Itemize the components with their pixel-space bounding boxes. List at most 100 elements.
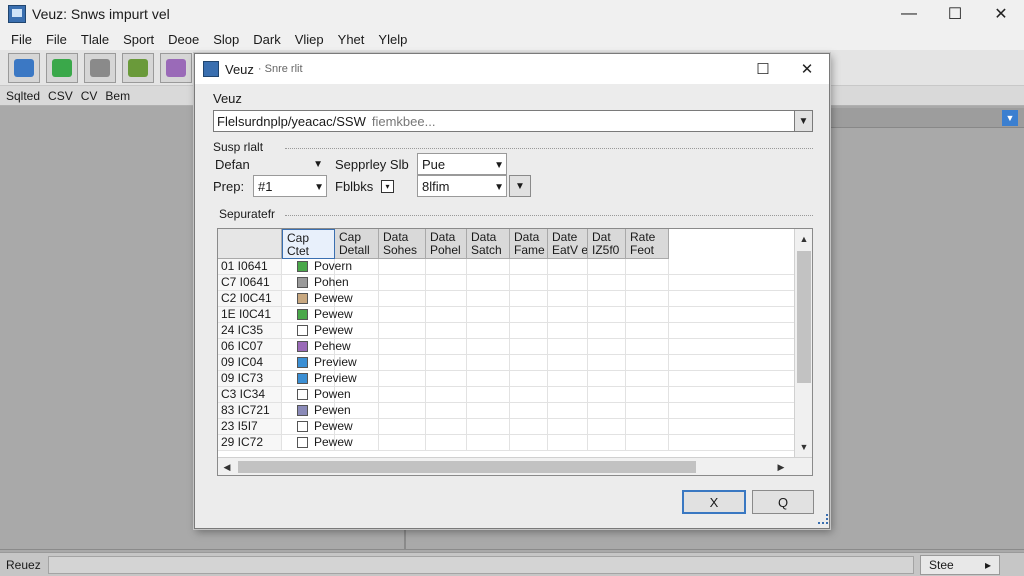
grid-cell — [426, 355, 467, 371]
splitter[interactable] — [404, 530, 406, 550]
status-text: Reuez — [6, 557, 41, 572]
separator-dropdown[interactable]: Pue ▼ — [417, 153, 507, 175]
grid-cell — [510, 307, 548, 323]
fields-checkbox[interactable]: ▾ — [381, 180, 394, 193]
grid-cell — [588, 371, 626, 387]
scroll-left-icon[interactable]: ◀ — [218, 458, 236, 475]
divider — [0, 549, 1024, 550]
preview-icon — [297, 437, 308, 448]
tools-button[interactable] — [122, 52, 154, 83]
horizontal-scroll-thumb[interactable] — [238, 461, 696, 473]
row-id: 01 I0641 — [218, 259, 282, 275]
column-header[interactable]: Data Fame k — [510, 229, 548, 259]
network-button[interactable] — [84, 52, 116, 83]
grid-cell — [626, 259, 669, 275]
delimiter-dropdown[interactable]: Defan ▼ — [213, 153, 325, 175]
grid-cell — [548, 387, 588, 403]
table-row[interactable]: C3 IC34 Powen — [218, 387, 798, 403]
menu-help[interactable]: Ylelp — [371, 32, 414, 47]
table-row[interactable]: 01 I0641 Povern — [218, 259, 798, 275]
table-row[interactable]: 09 IC04 Preview — [218, 355, 798, 371]
table-row[interactable]: 83 IC721 Pewen — [218, 403, 798, 419]
edit-button[interactable] — [46, 52, 78, 83]
subbar-bem[interactable]: Bem — [105, 89, 130, 103]
grid-cell — [467, 387, 510, 403]
menu-table[interactable]: Tlale — [74, 32, 116, 47]
cancel-button[interactable]: Q — [752, 490, 814, 514]
grid-cell — [467, 419, 510, 435]
grid-cell — [548, 419, 588, 435]
status-dropdown[interactable]: Stee ▸ — [920, 555, 1000, 575]
menu-file[interactable]: File — [4, 32, 39, 47]
grid-cell — [669, 323, 795, 339]
subbar-selected[interactable]: Sqlted — [6, 89, 40, 103]
grid-cell — [510, 275, 548, 291]
menu-file-2[interactable]: File — [39, 32, 74, 47]
table-row[interactable]: 06 IC07 Pehew — [218, 339, 798, 355]
menu-view[interactable]: Vliep — [288, 32, 331, 47]
grid-cell — [548, 291, 588, 307]
dialog-close-button[interactable]: ✕ — [785, 54, 829, 84]
monitor-button[interactable] — [8, 52, 40, 83]
subbar-csv[interactable]: CSV — [48, 89, 73, 103]
file-path-input[interactable]: Flelsurdnplp/yeacac/SSW fiemkbee... ▼ — [213, 110, 813, 132]
column-header[interactable]: Data Sohes — [379, 229, 426, 259]
palette-button[interactable] — [160, 52, 192, 83]
subbar-cv[interactable]: CV — [81, 89, 98, 103]
minimize-button[interactable]: — — [886, 0, 932, 28]
column-header[interactable]: Cap Ctet — [282, 229, 335, 259]
preview-grid[interactable]: Cap Ctet Cap Detall Data Sohes Data Pohe… — [217, 228, 813, 476]
column-header[interactable]: Cap Detall — [335, 229, 379, 259]
grid-cell — [510, 355, 548, 371]
column-header[interactable]: Data Satch — [467, 229, 510, 259]
grid-cell — [467, 435, 510, 451]
menu-sport[interactable]: Sport — [116, 32, 161, 47]
vertical-scrollbar[interactable]: ▲ ▼ — [794, 229, 812, 459]
table-row[interactable]: C7 I0641 Pohen — [218, 275, 798, 291]
grid-cell — [510, 259, 548, 275]
table-row[interactable]: 1E I0C41 Pewew — [218, 307, 798, 323]
start-row-dropdown[interactable]: #1 ▼ — [253, 175, 327, 197]
maximize-button[interactable]: ☐ — [932, 0, 978, 28]
preview-text: Pewew — [314, 419, 353, 433]
column-header[interactable]: Dat IZ5f0 — [588, 229, 626, 259]
ok-button[interactable]: X — [682, 490, 746, 514]
menu-deoe[interactable]: Deoe — [161, 32, 206, 47]
chevron-down-icon[interactable]: ▼ — [794, 111, 812, 131]
column-header[interactable]: Date EatV e — [548, 229, 588, 259]
grid-cell — [510, 403, 548, 419]
grid-cell — [510, 323, 548, 339]
grid-cell — [669, 355, 795, 371]
table-row[interactable]: 24 IC35 Pewew — [218, 323, 798, 339]
grid-cell — [588, 291, 626, 307]
scroll-down-icon[interactable]: ▼ — [795, 439, 812, 455]
status-field — [48, 556, 914, 574]
close-button[interactable]: ✕ — [978, 0, 1024, 28]
preview-cell: Pohen — [297, 275, 379, 291]
dialog-maximize-button[interactable]: ☐ — [741, 54, 785, 84]
grid-cell — [669, 259, 795, 275]
format-dropdown[interactable]: 8lfim ▼ — [417, 175, 507, 197]
horizontal-scrollbar[interactable]: ◀ ▶ — [218, 457, 812, 475]
file-path-placeholder: fiemkbee... — [371, 113, 436, 129]
dialog-titlebar: Veuz · Snre rlit ☐ ✕ — [195, 54, 829, 84]
menu-yhet[interactable]: Yhet — [331, 32, 372, 47]
row-id: 1E I0C41 — [218, 307, 282, 323]
preview-text: Preview — [314, 371, 357, 385]
column-header[interactable]: Rate Feot — [626, 229, 669, 259]
format-extra-button[interactable]: ▼ — [509, 175, 531, 197]
app-titlebar: Veuz: Snws impurt vel — ☐ ✕ — [0, 0, 1024, 28]
table-row[interactable]: C2 I0C41 Pewew — [218, 291, 798, 307]
table-row[interactable]: 09 IC73 Preview — [218, 371, 798, 387]
column-header[interactable]: Data Pohel — [426, 229, 467, 259]
menu-slop[interactable]: Slop — [206, 32, 246, 47]
grid-cell — [669, 307, 795, 323]
table-row[interactable]: 29 IC72 Pewew — [218, 435, 798, 451]
menu-dark[interactable]: Dark — [246, 32, 287, 47]
panel-dropdown-button[interactable]: ▼ — [1002, 110, 1018, 126]
scroll-right-icon[interactable]: ▶ — [772, 458, 790, 475]
table-row[interactable]: 23 I5I7 Pewew — [218, 419, 798, 435]
vertical-scroll-thumb[interactable] — [797, 251, 811, 383]
scroll-up-icon[interactable]: ▲ — [795, 231, 812, 247]
resize-grip-icon[interactable] — [818, 514, 828, 524]
